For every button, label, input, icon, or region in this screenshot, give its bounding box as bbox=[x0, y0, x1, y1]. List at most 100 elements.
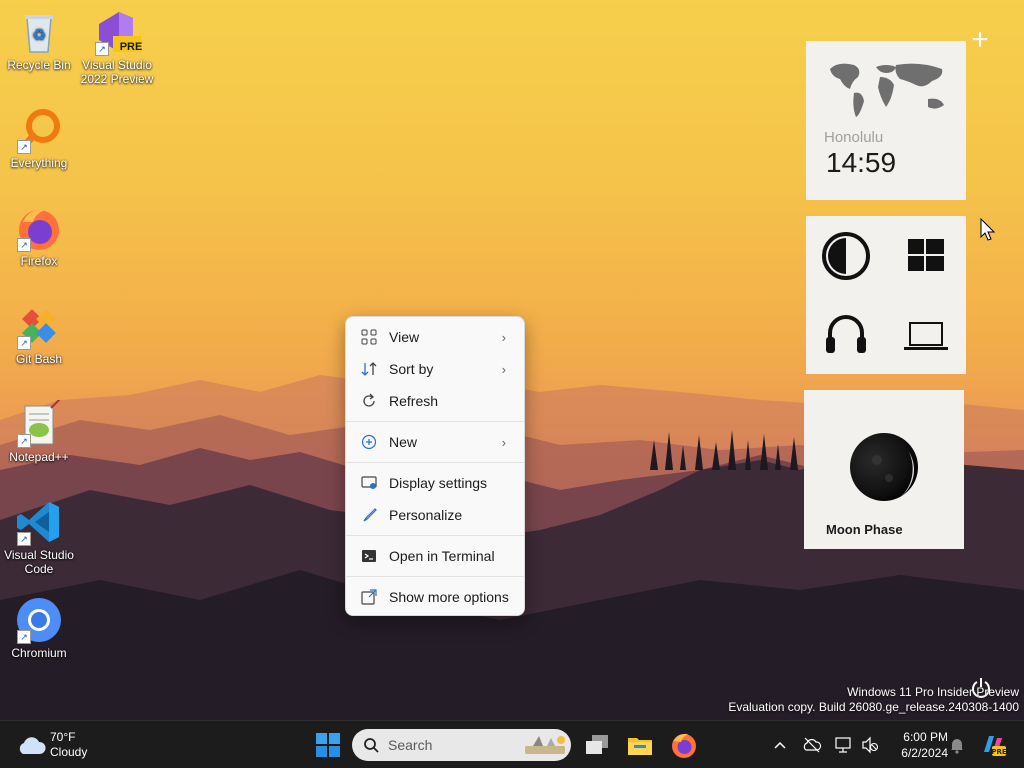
menu-separator bbox=[346, 576, 524, 577]
desktop-icon-visual-studio-code[interactable]: ↗ Visual Studio Code bbox=[0, 498, 78, 576]
windows-logo-icon bbox=[316, 733, 340, 757]
firefox-icon bbox=[672, 733, 696, 758]
menu-item-label: Personalize bbox=[389, 507, 463, 523]
task-view-icon bbox=[586, 735, 608, 754]
menu-item-display-settings[interactable]: Display settings bbox=[346, 467, 524, 499]
menu-item-personalize[interactable]: Personalize bbox=[346, 499, 524, 531]
menu-item-label: New bbox=[389, 434, 418, 450]
menu-item-label: Open in Terminal bbox=[389, 548, 495, 564]
onedrive-status-button[interactable] bbox=[802, 735, 822, 755]
clock-city: Honolulu bbox=[824, 129, 884, 146]
sort-icon bbox=[361, 361, 377, 377]
menu-item-new[interactable]: New › bbox=[346, 426, 524, 458]
desktop-icon-label: Visual Studio 2022 Preview bbox=[80, 58, 154, 86]
weather-condition: Cloudy bbox=[50, 745, 88, 759]
menu-separator bbox=[346, 421, 524, 422]
shortcut-arrow-icon: ↗ bbox=[17, 336, 31, 350]
weather-temp: 70°F bbox=[50, 730, 76, 744]
desktop-icon-visual-studio-2022[interactable]: PRE ↗ Visual Studio 2022 Preview bbox=[78, 8, 156, 86]
everything-search-icon: ↗ bbox=[15, 106, 63, 154]
watermark-line2: Evaluation copy. Build 26080.ge_release.… bbox=[728, 700, 1019, 714]
shortcut-arrow-icon: ↗ bbox=[17, 532, 31, 546]
taskbar: 70°F Cloudy Search 6:00 PM 6/2/2024 PRE bbox=[0, 720, 1024, 768]
chevron-right-icon: › bbox=[501, 362, 506, 377]
headphones-icon[interactable] bbox=[806, 295, 886, 374]
firefox-taskbar-button[interactable] bbox=[670, 731, 698, 759]
volume-button[interactable] bbox=[860, 735, 880, 755]
taskbar-date: 6/2/2024 bbox=[901, 746, 948, 760]
menu-item-label: Sort by bbox=[389, 361, 434, 377]
terminal-icon bbox=[361, 548, 377, 564]
menu-separator bbox=[346, 462, 524, 463]
network-icon bbox=[835, 737, 851, 753]
clock-button[interactable]: 6:00 PM 6/2/2024 bbox=[886, 727, 948, 763]
laptop-icon[interactable] bbox=[886, 295, 966, 374]
world-map-icon bbox=[830, 63, 944, 117]
folder-icon bbox=[628, 738, 652, 755]
desktop-icon-recycle-bin[interactable]: ♻ Recycle Bin bbox=[0, 8, 78, 72]
brush-icon bbox=[361, 507, 377, 523]
evaluation-watermark: Windows 11 Pro Insider Preview Evaluatio… bbox=[728, 685, 1019, 715]
grid-icon bbox=[361, 329, 377, 345]
clock-time: 14:59 bbox=[826, 147, 897, 178]
bell-icon bbox=[951, 739, 963, 754]
contrast-icon[interactable] bbox=[806, 216, 886, 295]
desktop-icon-chromium[interactable]: ↗ Chromium bbox=[0, 596, 78, 660]
copilot-button[interactable]: PRE bbox=[980, 732, 1007, 758]
menu-separator bbox=[346, 535, 524, 536]
desktop-icon-label: Everything bbox=[10, 156, 68, 170]
shortcuts-widget bbox=[806, 216, 966, 374]
taskbar-search-box[interactable]: Search bbox=[352, 729, 571, 761]
menu-item-open-in-terminal[interactable]: Open in Terminal bbox=[346, 540, 524, 572]
taskbar-time: 6:00 PM bbox=[903, 730, 948, 744]
mouse-cursor-icon bbox=[980, 218, 996, 241]
menu-item-sort-by[interactable]: Sort by › bbox=[346, 353, 524, 385]
desktop-icon-everything[interactable]: ↗ Everything bbox=[0, 106, 78, 170]
volume-muted-icon bbox=[862, 736, 879, 754]
file-explorer-button[interactable] bbox=[626, 731, 654, 759]
shortcut-arrow-icon: ↗ bbox=[17, 140, 31, 154]
menu-item-refresh[interactable]: Refresh bbox=[346, 385, 524, 417]
menu-item-label: Refresh bbox=[389, 393, 439, 409]
notifications-button[interactable] bbox=[948, 735, 966, 755]
shortcut-arrow-icon: ↗ bbox=[17, 630, 31, 644]
moon-icon bbox=[850, 433, 918, 501]
copilot-icon: PRE bbox=[984, 736, 1007, 756]
desktop-context-menu: View › Sort by › Refresh New › Display s… bbox=[345, 316, 525, 616]
notepad-plus-plus-icon: ↗ bbox=[15, 397, 63, 448]
network-button[interactable] bbox=[834, 735, 854, 755]
start-button[interactable] bbox=[314, 731, 342, 759]
add-widget-button[interactable]: + bbox=[966, 25, 994, 55]
svg-text:♻: ♻ bbox=[32, 25, 46, 44]
menu-item-show-more-options[interactable]: Show more options bbox=[346, 581, 524, 613]
menu-item-view[interactable]: View › bbox=[346, 321, 524, 353]
show-hidden-icons-button[interactable] bbox=[770, 735, 790, 755]
preview-badge: PRE bbox=[119, 41, 143, 53]
cloud-offline-icon bbox=[803, 737, 822, 753]
desktop-icon-notepad-plus-plus[interactable]: ↗ Notepad++ bbox=[0, 397, 78, 464]
desktop-icon-firefox[interactable]: ↗ Firefox bbox=[0, 204, 78, 268]
visual-studio-icon: PRE ↗ bbox=[93, 8, 142, 56]
search-placeholder: Search bbox=[388, 737, 433, 753]
git-bash-icon: ↗ bbox=[15, 302, 63, 350]
shortcut-arrow-icon: ↗ bbox=[95, 42, 109, 56]
svg-text:PRE: PRE bbox=[991, 748, 1006, 756]
weather-widget-button[interactable]: 70°F Cloudy bbox=[14, 727, 104, 763]
cloud-icon bbox=[19, 737, 46, 754]
search-icon bbox=[364, 738, 379, 753]
menu-item-label: Display settings bbox=[389, 475, 488, 491]
world-clock-widget[interactable]: Honolulu 14:59 bbox=[806, 41, 966, 200]
watermark-line1: Windows 11 Pro Insider Preview bbox=[847, 685, 1019, 699]
moon-phase-label: Moon Phase bbox=[826, 522, 903, 537]
desktop[interactable]: ♻ Recycle Bin PRE ↗ Visual Studio 2022 P… bbox=[0, 0, 1024, 720]
windows-icon[interactable] bbox=[886, 216, 966, 295]
desktop-icon-label: Visual Studio Code bbox=[4, 548, 74, 576]
moon-phase-widget[interactable]: Moon Phase bbox=[804, 390, 964, 549]
desktop-icon-git-bash[interactable]: ↗ Git Bash bbox=[0, 302, 78, 366]
desktop-icon-label: Chromium bbox=[11, 646, 67, 660]
desktop-icon-label: Notepad++ bbox=[9, 450, 69, 464]
menu-item-label: View bbox=[389, 329, 420, 345]
task-view-button[interactable] bbox=[583, 731, 611, 759]
desktop-icon-label: Recycle Bin bbox=[7, 58, 71, 72]
chevron-right-icon: › bbox=[501, 435, 506, 450]
